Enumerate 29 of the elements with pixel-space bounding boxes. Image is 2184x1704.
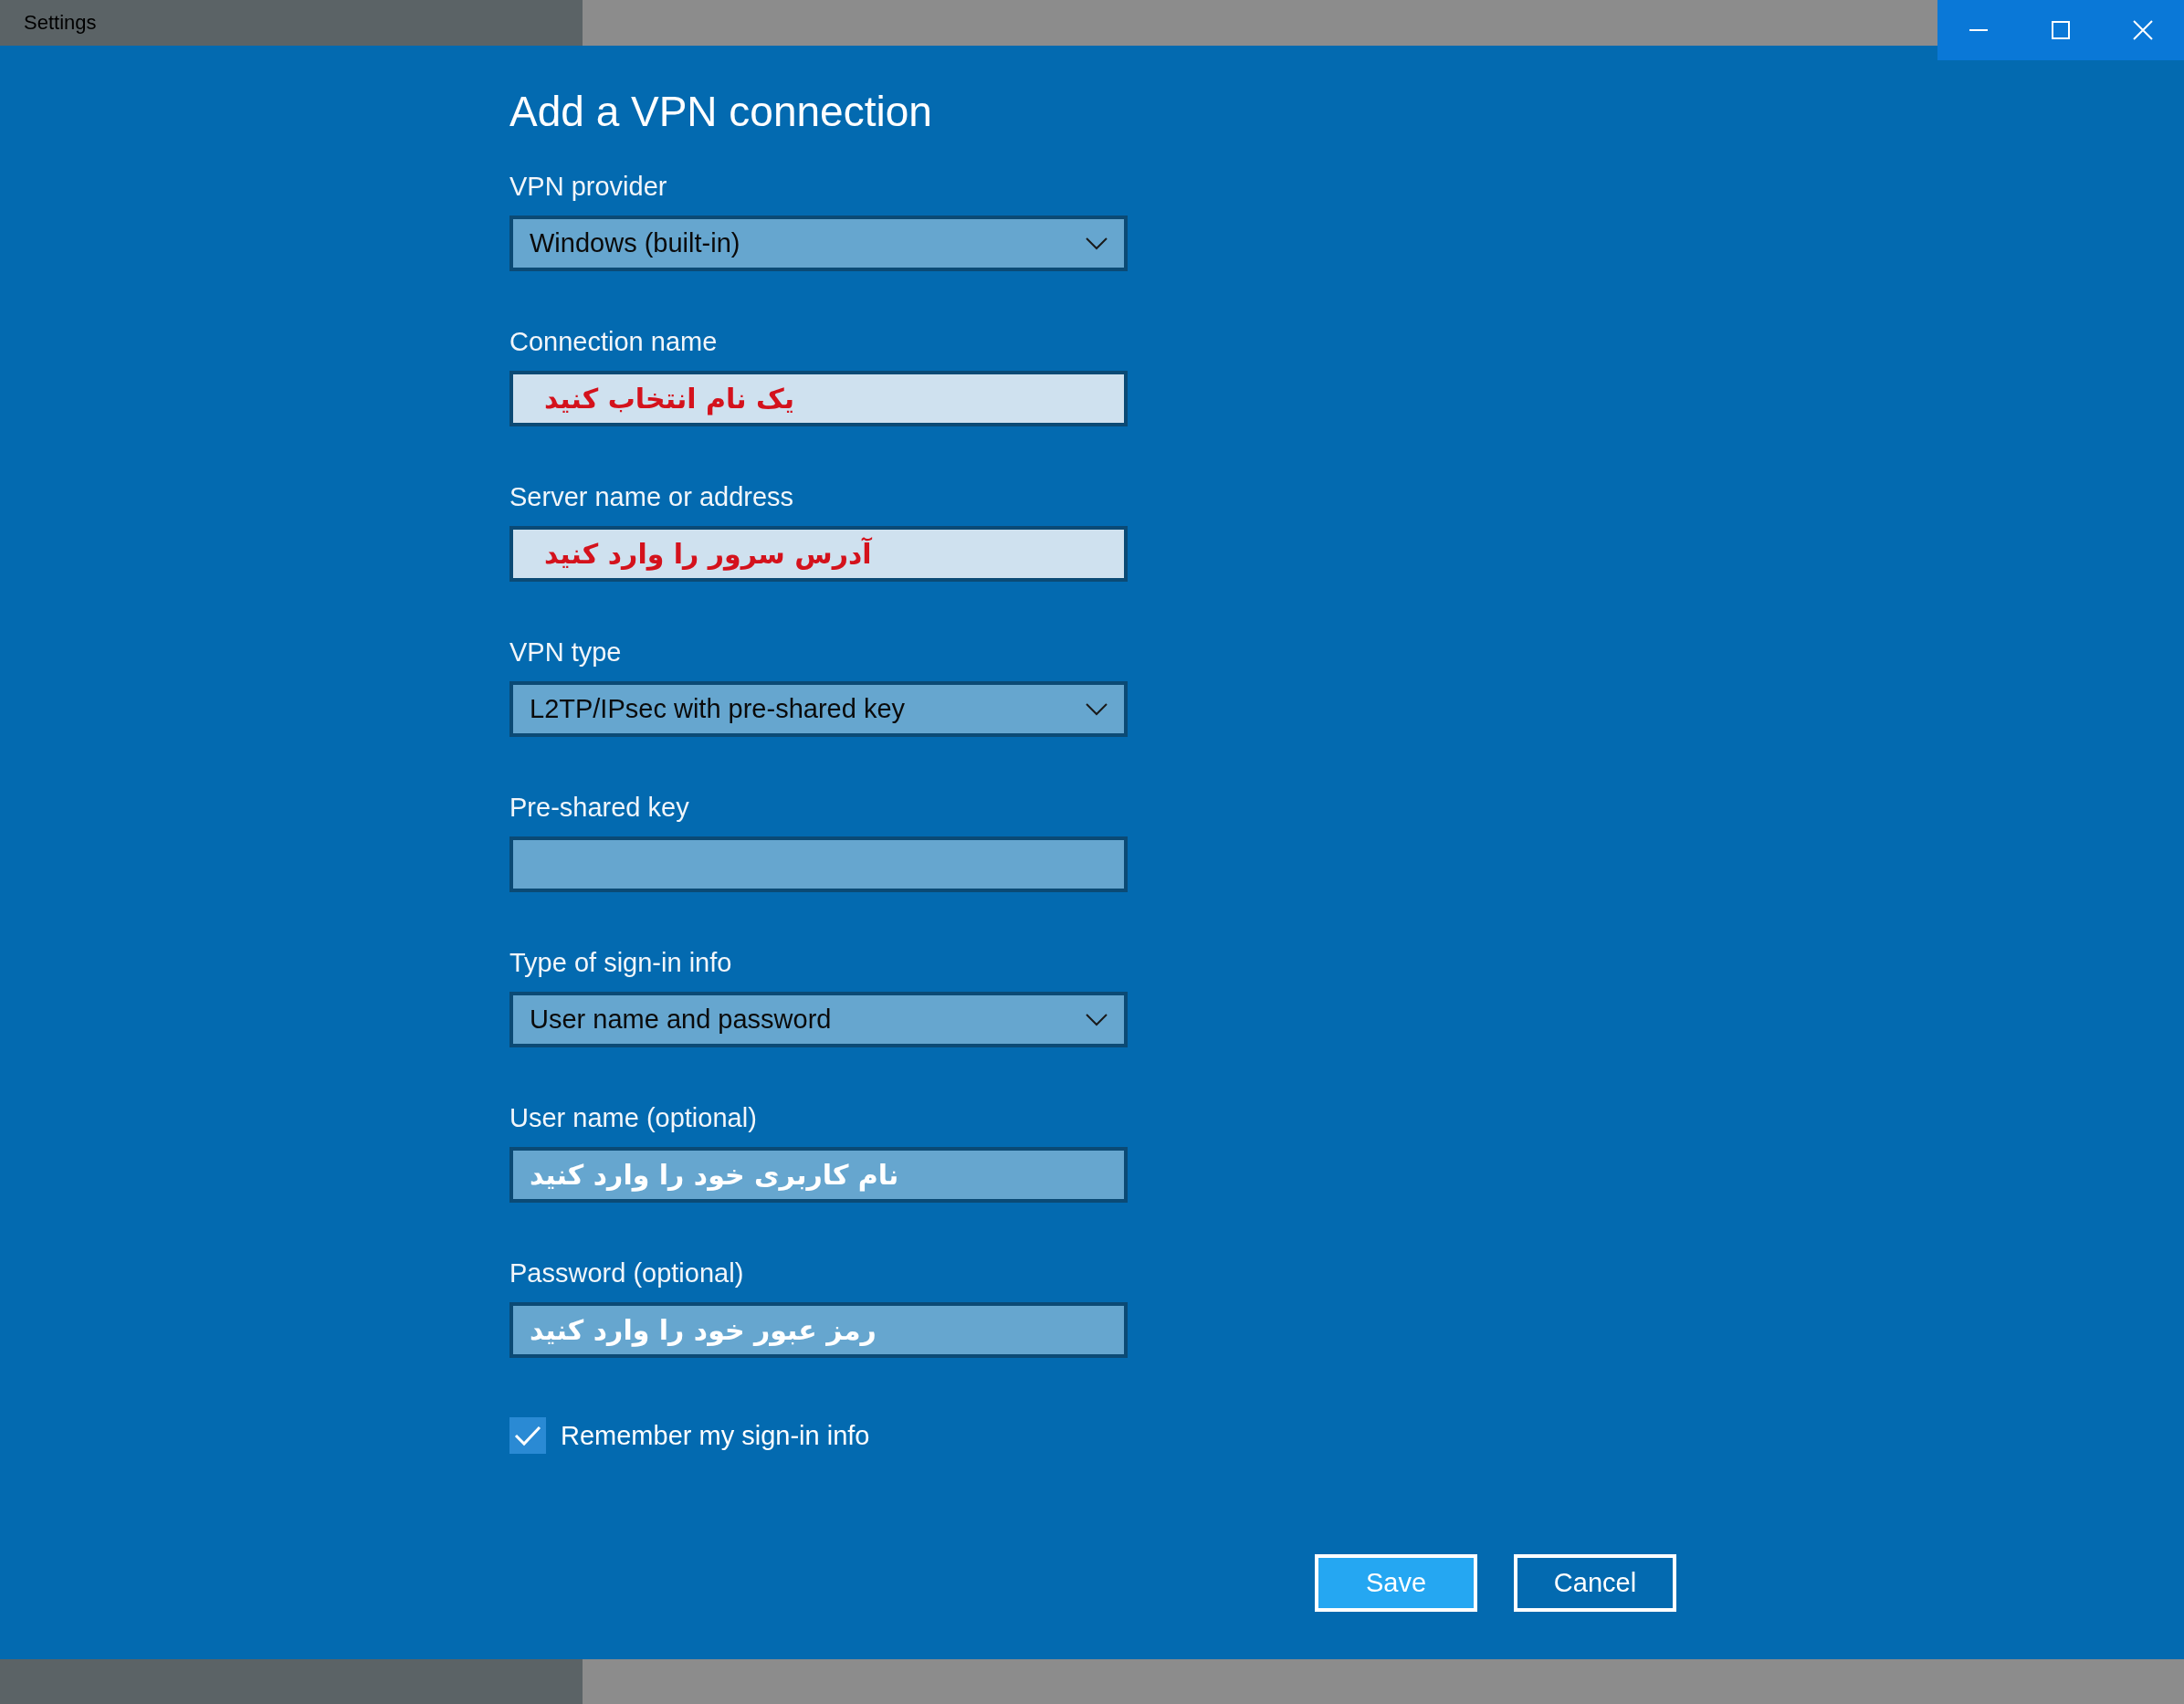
cancel-button[interactable]: Cancel [1514, 1554, 1676, 1612]
maximize-icon [2052, 21, 2070, 39]
field-label: Type of sign-in info [509, 947, 733, 979]
dropdown[interactable]: L2TP/IPsec with pre-shared key [509, 681, 1128, 737]
field-label: Password (optional) [509, 1257, 745, 1289]
dropdown[interactable]: Windows (built-in) [509, 216, 1128, 271]
field-label: Server name or address [509, 481, 795, 513]
input-field[interactable]: نام کاربری خود را وارد کنید [509, 1147, 1128, 1203]
close-icon [2133, 20, 2153, 40]
minimize-icon [1969, 29, 1988, 31]
field-label: Connection name [509, 326, 719, 358]
checkbox-label: Remember my sign-in info [561, 1420, 870, 1451]
field-label: User name (optional) [509, 1102, 758, 1134]
dropdown[interactable]: User name and password [509, 992, 1128, 1047]
input-field[interactable] [509, 836, 1128, 892]
save-button[interactable]: Save [1315, 1554, 1477, 1612]
chevron-down-icon [1086, 702, 1108, 716]
page-heading: Add a VPN connection [509, 87, 933, 137]
field-label: Pre-shared key [509, 792, 690, 824]
chevron-down-icon [1086, 237, 1108, 250]
chevron-down-icon [1086, 1013, 1108, 1026]
input-field[interactable]: یک نام انتخاب کنید [509, 371, 1128, 426]
window-title: Settings [24, 11, 97, 35]
input-field[interactable]: آدرس سرور را وارد کنید [509, 526, 1128, 582]
field-label: VPN provider [509, 171, 668, 203]
checkbox[interactable] [509, 1417, 546, 1454]
field-label: VPN type [509, 636, 623, 668]
input-field[interactable]: رمز عبور خود را وارد کنید [509, 1302, 1128, 1358]
checkmark-icon [514, 1425, 541, 1446]
